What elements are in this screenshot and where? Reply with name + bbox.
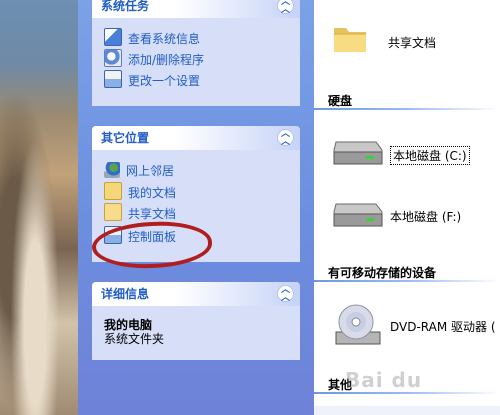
system-tasks-title: 系统任务 (101, 0, 150, 13)
system-tasks-panel: 系统任务 ︿ ︿ 查看系统信息 添加/删除程序 更改一个设置 (92, 0, 300, 106)
hard-disk-icon (333, 141, 383, 165)
other-places-title: 其它位置 (101, 131, 150, 145)
section-hard-disks: 硬盘 (328, 94, 353, 108)
dvd-drive[interactable]: DVD-RAM 驱动器 ( (330, 300, 500, 345)
my-documents-icon (104, 182, 122, 200)
section-divider (314, 108, 500, 110)
details-type: 系统文件夹 (104, 332, 165, 346)
system-info-icon (104, 28, 122, 46)
folder-icon (334, 28, 366, 52)
collapse-chevron-icon[interactable]: ︿ ︿ (277, 0, 294, 15)
shared-documents-folder[interactable]: 共享文档 (330, 18, 436, 58)
details-name: 我的电脑 (104, 318, 153, 332)
section-divider (314, 280, 500, 282)
add-remove-programs-icon (104, 49, 122, 67)
task-view-system-info[interactable]: 查看系统信息 (104, 28, 200, 48)
collapse-chevron-icon[interactable]: ︿ ︿ (277, 129, 294, 147)
place-network[interactable]: 网上邻居 (104, 161, 174, 181)
dvd-drive-icon (335, 304, 381, 345)
section-removable: 有可移动存储的设备 (328, 266, 437, 280)
task-add-remove-programs[interactable]: 添加/删除程序 (104, 49, 204, 69)
hard-disk-icon (333, 203, 383, 227)
collapse-chevron-icon[interactable]: ︿ ︿ (277, 285, 294, 303)
drive-f-label: 本地磁盘 (F:) (390, 210, 462, 224)
content-area: 共享文档 硬盘 本地磁盘 (C:) 本地磁盘 (F:) 有可移动存储的设备 DV… (314, 0, 500, 415)
place-my-documents[interactable]: 我的文档 (104, 182, 176, 202)
system-tasks-header[interactable]: 系统任务 ︿ ︿ (92, 0, 300, 18)
details-header[interactable]: 详细信息 ︿ ︿ (92, 282, 300, 306)
drive-f[interactable]: 本地磁盘 (F:) (330, 196, 500, 236)
task-change-setting[interactable]: 更改一个设置 (104, 70, 200, 90)
control-panel-icon (104, 70, 122, 88)
place-shared-documents[interactable]: 共享文档 (104, 203, 176, 223)
drive-c-label: 本地磁盘 (C:) (390, 146, 470, 165)
other-item-partial (314, 406, 500, 415)
shared-documents-label: 共享文档 (388, 36, 437, 50)
task-pane: 系统任务 ︿ ︿ 查看系统信息 添加/删除程序 更改一个设置 其它位置 ︿ ︿ 网上… (78, 0, 314, 415)
section-divider (314, 392, 500, 394)
other-places-header[interactable]: 其它位置 ︿ ︿ (92, 126, 300, 150)
details-title: 详细信息 (101, 287, 150, 301)
shared-folder-icon (104, 203, 122, 221)
dvd-drive-label: DVD-RAM 驱动器 ( (390, 320, 496, 334)
desktop-background (0, 0, 78, 415)
network-places-icon (104, 162, 120, 178)
details-panel: 详细信息 ︿ ︿ 我的电脑 系统文件夹 (92, 282, 300, 360)
watermark: Bai du (345, 368, 423, 392)
drive-c[interactable]: 本地磁盘 (C:) (330, 134, 500, 174)
